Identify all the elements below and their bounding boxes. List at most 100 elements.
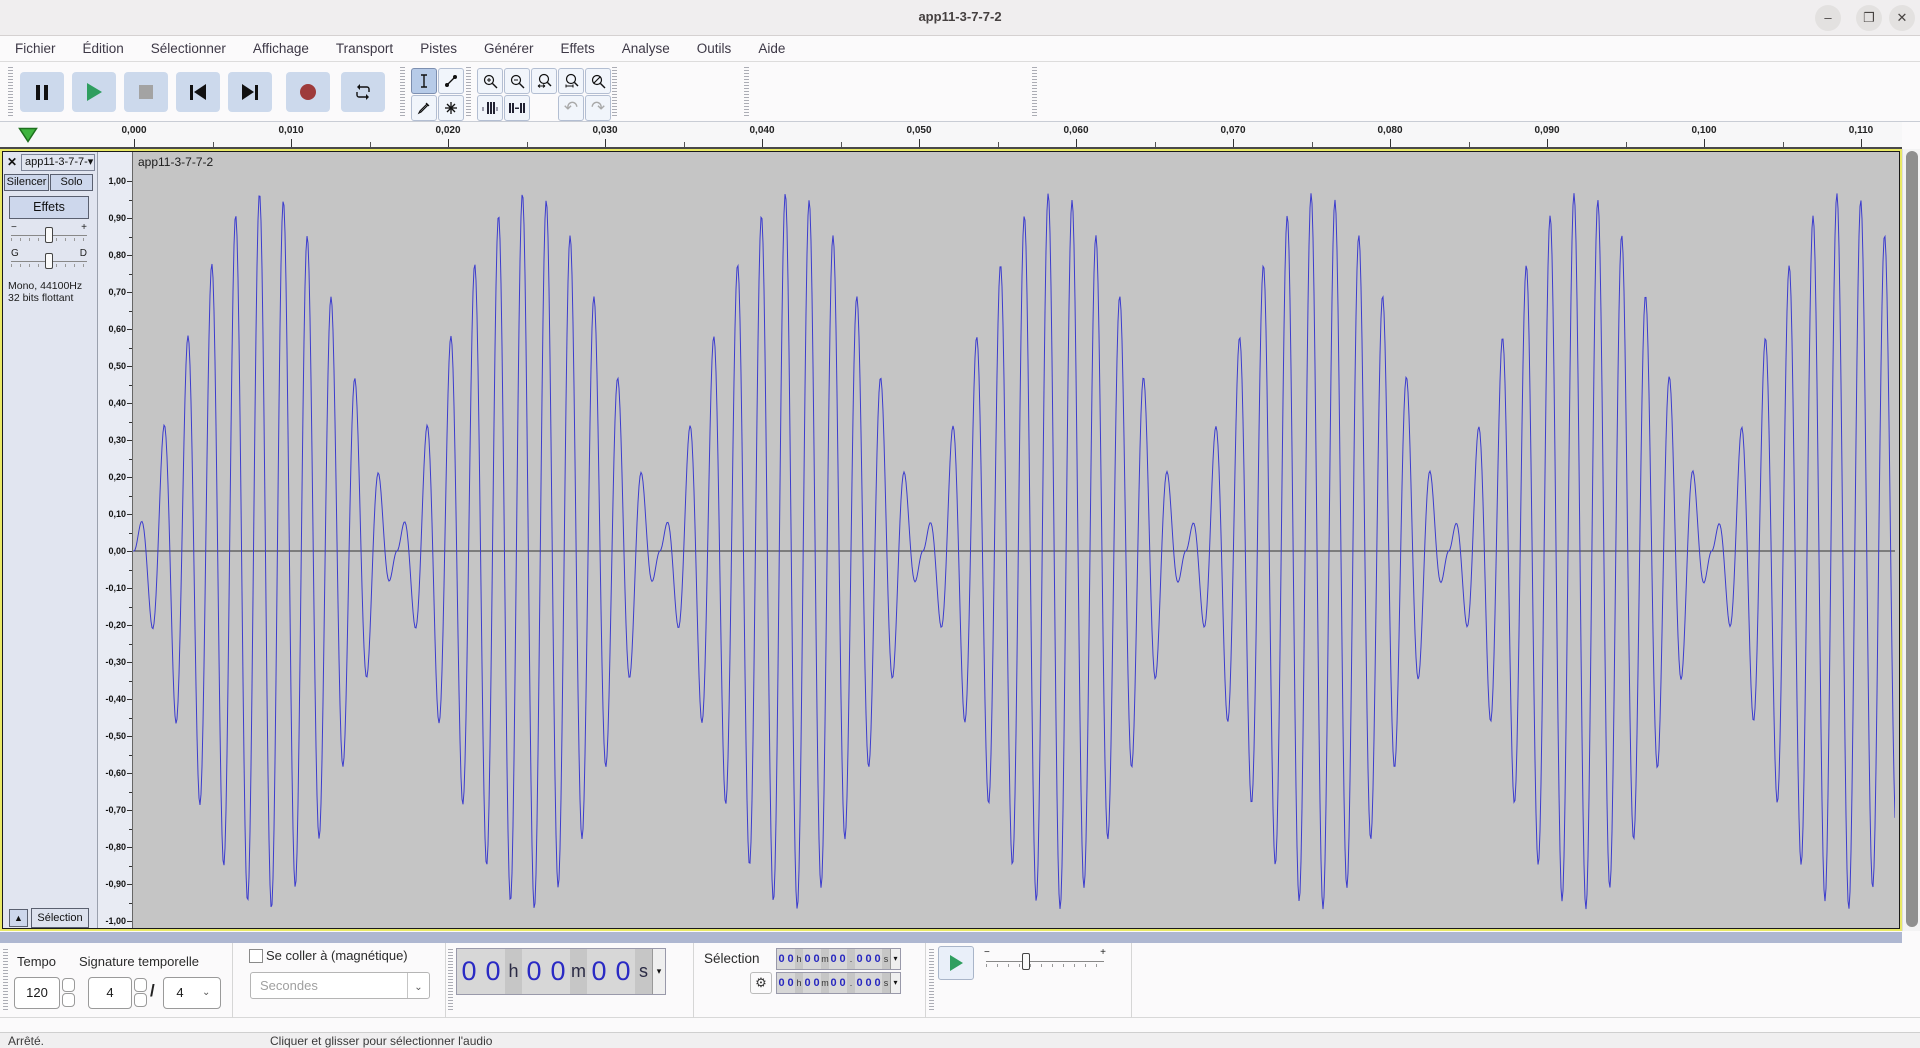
menu-analyse[interactable]: Analyse [622,41,670,56]
selection-end-digit[interactable]: 0 [873,973,882,993]
loop-button[interactable] [341,72,385,112]
selection-start-digit[interactable]: 0 [838,949,847,969]
time-signature-grip[interactable] [3,949,8,1011]
selection-end-digit[interactable]: 0 [838,973,847,993]
selection-end-unit[interactable]: m [821,973,829,993]
time-display[interactable]: 0 0 h 0 0 m 0 0 s ▾ [456,948,666,995]
selection-end-caret-icon[interactable]: ▾ [890,973,900,993]
selection-start-unit[interactable]: . [847,949,855,969]
menu-pistes[interactable]: Pistes [420,41,457,56]
zoom-out-button[interactable] [504,68,530,94]
undo-button[interactable]: ↶ [558,95,584,121]
time-display-unit[interactable]: h [505,949,522,994]
menu-affichage[interactable]: Affichage [253,41,309,56]
zoom-in-button[interactable] [477,68,503,94]
snap-mode-select[interactable]: Secondes ⌄ [250,972,430,999]
track-close-icon[interactable]: ✕ [7,155,17,169]
selection-start-digit[interactable]: 0 [812,949,821,969]
collapse-track-button[interactable]: ▲ [9,909,28,927]
vertical-ruler[interactable]: 1,00 0,90 0,80 0,70 0,60 0,50 0,40 0,30 0,20 0,10… [98,152,133,928]
menu-aide[interactable]: Aide [758,41,785,56]
time-display-digit[interactable]: 0 [546,949,570,994]
time-display-digit[interactable]: 0 [481,949,505,994]
selection-end-digit[interactable]: 0 [803,973,812,993]
selection-start-caret-icon[interactable]: ▾ [890,949,900,969]
selection-end-digit[interactable]: 0 [829,973,838,993]
effects-button[interactable]: Effets [9,196,89,219]
transport-grip[interactable] [8,67,13,117]
selection-end-unit[interactable]: h [795,973,803,993]
snap-checkbox[interactable] [249,949,263,963]
tempo-spin-down[interactable] [62,993,75,1007]
horizontal-scrollbar[interactable] [0,932,1902,943]
menu-effets[interactable]: Effets [560,41,594,56]
pan-slider-thumb[interactable] [45,253,53,269]
selection-end-digit[interactable]: 0 [786,973,795,993]
time-toolbar-grip[interactable] [448,949,453,1011]
multi-tool-button[interactable] [438,95,464,121]
speed-slider[interactable]: − + [984,947,1106,977]
waveform-view[interactable]: app11-3-7-7-2 [133,152,1899,928]
menu-outils[interactable]: Outils [697,41,732,56]
record-button[interactable] [286,72,330,112]
selection-start-digit[interactable]: 0 [803,949,812,969]
menu-fichier[interactable]: Fichier [15,41,56,56]
time-display-digit[interactable]: 0 [457,949,481,994]
envelope-tool-button[interactable] [438,68,464,94]
solo-button[interactable]: Solo [50,174,93,191]
selection-start-digit[interactable]: 0 [786,949,795,969]
audio-setup-grip[interactable] [612,67,617,117]
vertical-scrollbar-thumb[interactable] [1906,151,1918,927]
menu-transport[interactable]: Transport [336,41,393,56]
silence-audio-button[interactable] [504,95,530,121]
selection-start-digit[interactable]: 0 [855,949,864,969]
time-display-digit[interactable]: 0 [587,949,611,994]
selection-tool-button[interactable] [411,68,437,94]
play-button[interactable] [72,72,116,112]
time-display-digit[interactable]: 0 [611,949,635,994]
gain-slider[interactable]: − + [9,222,89,244]
pinned-play-head-icon[interactable] [18,127,38,143]
selection-start-display[interactable]: 0 0 h 0 0 m 0 0. 0 0 0 s ▾ [776,948,901,970]
menu-edition[interactable]: Édition [83,41,124,56]
trim-audio-button[interactable] [477,95,503,121]
menu-generer[interactable]: Générer [484,41,534,56]
selection-end-unit[interactable]: . [847,973,855,993]
skip-to-end-button[interactable] [228,72,272,112]
gain-slider-thumb[interactable] [45,227,53,243]
selection-start-digit[interactable]: 0 [777,949,786,969]
selection-end-digit[interactable]: 0 [864,973,873,993]
selection-start-unit[interactable]: m [821,949,829,969]
speed-slider-thumb[interactable] [1022,953,1030,970]
stop-button[interactable] [124,72,168,112]
selection-end-unit[interactable]: s [882,973,890,993]
selection-start-digit[interactable]: 0 [829,949,838,969]
timesig-spin-up[interactable] [134,978,147,992]
redo-button[interactable]: ↷ [585,95,611,121]
track-name-menu[interactable]: app11-3-7-7-▾ [21,154,95,171]
close-icon[interactable]: ✕ [1889,5,1915,31]
play-at-speed-grip[interactable] [929,949,934,1011]
timesig-lower-select[interactable]: 4 ⌄ [163,977,221,1009]
time-display-digit[interactable]: 0 [522,949,546,994]
timesig-spin-down[interactable] [134,993,147,1007]
selection-end-digit[interactable]: 0 [812,973,821,993]
zoom-toggle-button[interactable] [585,68,611,94]
time-display-unit[interactable]: s [635,949,652,994]
record-meter-grip[interactable] [744,67,749,117]
skip-to-start-button[interactable] [176,72,220,112]
pause-button[interactable] [20,72,64,112]
draw-tool-button[interactable] [411,95,437,121]
selection-start-digit[interactable]: 0 [864,949,873,969]
track-select-button[interactable]: Sélection [31,908,89,928]
pan-slider[interactable]: G D [9,248,89,270]
tools-grip[interactable] [400,67,405,117]
time-display-caret-icon[interactable]: ▾ [652,949,665,994]
tempo-input[interactable]: 120 [14,977,60,1009]
selection-end-display[interactable]: 0 0 h 0 0 m 0 0. 0 0 0 s ▾ [776,972,901,994]
edit-toolbar-grip[interactable] [466,67,471,117]
tempo-spin-up[interactable] [62,978,75,992]
timeline-ruler[interactable]: 0,000 0,010 0,020 0,030 0,040 0,050 0,060 0,070… [0,122,1902,149]
selection-start-unit[interactable]: h [795,949,803,969]
time-display-unit[interactable]: m [570,949,587,994]
